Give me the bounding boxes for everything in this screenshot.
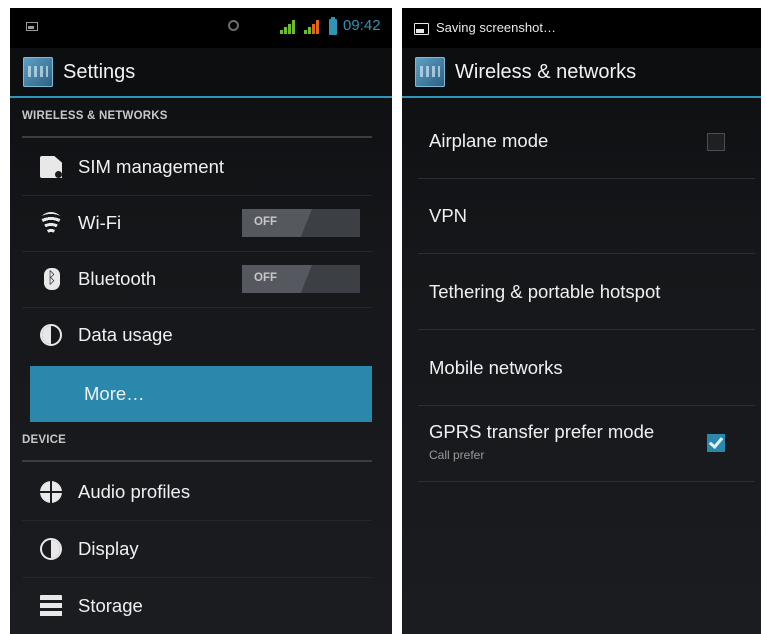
- item-label: Storage: [78, 595, 143, 616]
- section-divider: [22, 136, 372, 138]
- battery-icon: [329, 17, 337, 35]
- toggle-state-label: OFF: [254, 272, 277, 284]
- item-label: VPN: [429, 205, 468, 226]
- toggle-thumb: [242, 209, 312, 237]
- wifi-icon: [40, 212, 62, 234]
- action-bar: Wireless & networks: [402, 48, 761, 98]
- audio-profiles-icon: [40, 481, 62, 503]
- wireless-networks-screen: Saving screenshot… Wireless & networks A…: [402, 8, 761, 634]
- item-label: Audio profiles: [78, 481, 191, 502]
- settings-item-wifi[interactable]: Wi-Fi OFF: [22, 195, 372, 252]
- wifi-toggle[interactable]: OFF: [242, 209, 360, 237]
- settings-item-airplane-mode[interactable]: Airplane mode: [418, 103, 755, 179]
- settings-app-icon[interactable]: [415, 57, 445, 87]
- section-header-device: DEVICE: [22, 434, 384, 462]
- settings-item-gprs-transfer-mode[interactable]: GPRS transfer prefer mode Call prefer: [418, 406, 755, 482]
- sync-icon: [228, 20, 239, 31]
- settings-item-storage[interactable]: Storage: [22, 578, 372, 634]
- display-icon: [40, 538, 62, 560]
- settings-item-audio-profiles[interactable]: Audio profiles: [22, 464, 372, 521]
- settings-item-sim-management[interactable]: SIM management: [22, 139, 372, 196]
- storage-icon: [40, 595, 62, 617]
- section-divider: [22, 460, 372, 462]
- status-notification-text: Saving screenshot…: [436, 20, 556, 35]
- status-bar: Saving screenshot…: [402, 8, 761, 48]
- status-bar: 09:42: [10, 8, 392, 48]
- section-title: WIRELESS & NETWORKS: [22, 110, 168, 122]
- section-title: DEVICE: [22, 434, 67, 446]
- signal-strength-sim2-icon: [304, 20, 322, 34]
- item-label: Wi-Fi: [78, 212, 122, 233]
- settings-item-display[interactable]: Display: [22, 521, 372, 578]
- page-title: Settings: [63, 60, 136, 83]
- settings-screen: 09:42 Settings WIRELESS & NETWORKS SIM m…: [10, 8, 392, 634]
- gallery-notification-icon: [26, 22, 38, 31]
- item-label: Display: [78, 538, 139, 559]
- status-clock: 09:42: [343, 17, 381, 34]
- bluetooth-toggle[interactable]: OFF: [242, 265, 360, 293]
- settings-item-data-usage[interactable]: Data usage: [22, 307, 372, 363]
- airplane-mode-checkbox[interactable]: [707, 133, 725, 151]
- item-label: Data usage: [78, 324, 173, 345]
- sim-card-icon: [40, 156, 62, 178]
- section-header-wireless-networks: WIRELESS & NETWORKS: [22, 110, 384, 138]
- item-label: Airplane mode: [429, 130, 549, 151]
- signal-strength-icon: [280, 20, 298, 34]
- toggle-thumb: [242, 265, 312, 293]
- item-label: Tethering & portable hotspot: [429, 281, 661, 302]
- item-label: More…: [84, 383, 145, 404]
- screenshot-icon: [414, 23, 429, 35]
- gprs-transfer-checkbox[interactable]: [707, 434, 725, 452]
- settings-item-vpn[interactable]: VPN: [418, 178, 755, 254]
- data-usage-icon: [40, 324, 62, 346]
- item-summary: Call prefer: [429, 448, 485, 462]
- toggle-state-label: OFF: [254, 216, 277, 228]
- item-label: Bluetooth: [78, 268, 157, 289]
- settings-app-icon[interactable]: [23, 57, 53, 87]
- item-label: GPRS transfer prefer mode: [429, 421, 655, 442]
- settings-item-tethering[interactable]: Tethering & portable hotspot: [418, 254, 755, 330]
- item-label: SIM management: [78, 156, 225, 177]
- bluetooth-icon: [44, 268, 60, 290]
- settings-item-more[interactable]: More…: [30, 366, 372, 422]
- item-label: Mobile networks: [429, 357, 563, 378]
- page-title: Wireless & networks: [455, 60, 637, 83]
- settings-item-bluetooth[interactable]: Bluetooth OFF: [22, 251, 372, 308]
- action-bar: Settings: [10, 48, 392, 98]
- settings-item-mobile-networks[interactable]: Mobile networks: [418, 330, 755, 406]
